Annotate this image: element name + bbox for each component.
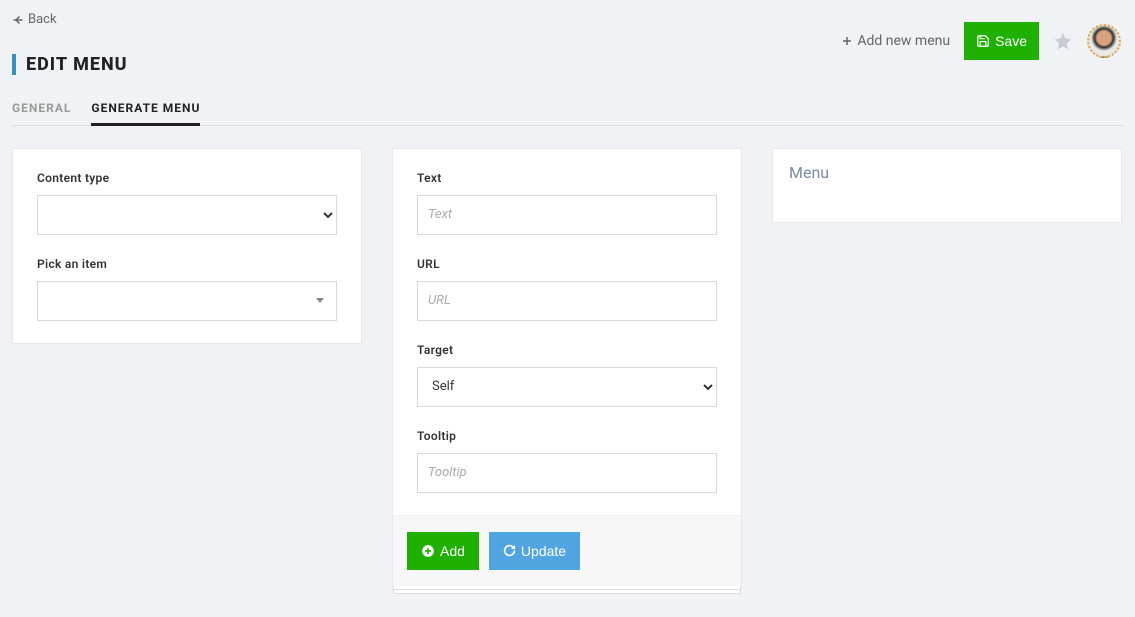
save-icon <box>976 34 990 48</box>
url-input[interactable] <box>417 281 717 321</box>
update-button[interactable]: Update <box>489 532 580 570</box>
tabs: GENERAL GENERATE MENU <box>12 93 1123 126</box>
target-label: Target <box>417 343 717 357</box>
chevron-down-icon <box>316 298 324 303</box>
form-action-bar: Add Update <box>393 515 741 586</box>
pick-item-select[interactable] <box>37 281 337 321</box>
content-type-label: Content type <box>37 171 337 185</box>
plus-icon <box>841 35 853 47</box>
target-select[interactable]: Self <box>417 367 717 407</box>
back-link[interactable]: Back <box>12 12 57 27</box>
tab-generate-menu[interactable]: GENERATE MENU <box>91 93 200 126</box>
tooltip-input[interactable] <box>417 453 717 493</box>
star-icon <box>1053 31 1073 51</box>
save-label: Save <box>995 33 1027 49</box>
tooltip-label: Tooltip <box>417 429 717 443</box>
add-new-label: Add new menu <box>857 33 950 49</box>
pick-item-label: Pick an item <box>37 257 337 271</box>
arrow-left-icon <box>12 14 24 26</box>
plus-circle-icon <box>421 544 435 558</box>
add-new-menu-link[interactable]: Add new menu <box>841 33 950 49</box>
text-input[interactable] <box>417 195 717 235</box>
text-label: Text <box>417 171 717 185</box>
favorite-button[interactable] <box>1053 31 1073 51</box>
menu-preview-card: Menu <box>772 148 1122 223</box>
add-button[interactable]: Add <box>407 532 479 570</box>
save-button[interactable]: Save <box>964 22 1039 60</box>
add-button-label: Add <box>440 543 465 559</box>
top-right-controls: Add new menu Save <box>841 22 1121 60</box>
item-form-card: Text URL Target Self Tooltip Add <box>392 148 742 587</box>
update-button-label: Update <box>521 543 566 559</box>
content-type-card: Content type Pick an item <box>12 148 362 344</box>
menu-preview-title: Menu <box>789 163 1105 182</box>
url-label: URL <box>417 257 717 271</box>
content-type-select[interactable] <box>37 195 337 235</box>
tab-general[interactable]: GENERAL <box>12 93 71 126</box>
user-avatar[interactable] <box>1087 24 1121 58</box>
refresh-icon <box>503 544 516 557</box>
back-label: Back <box>28 12 57 27</box>
